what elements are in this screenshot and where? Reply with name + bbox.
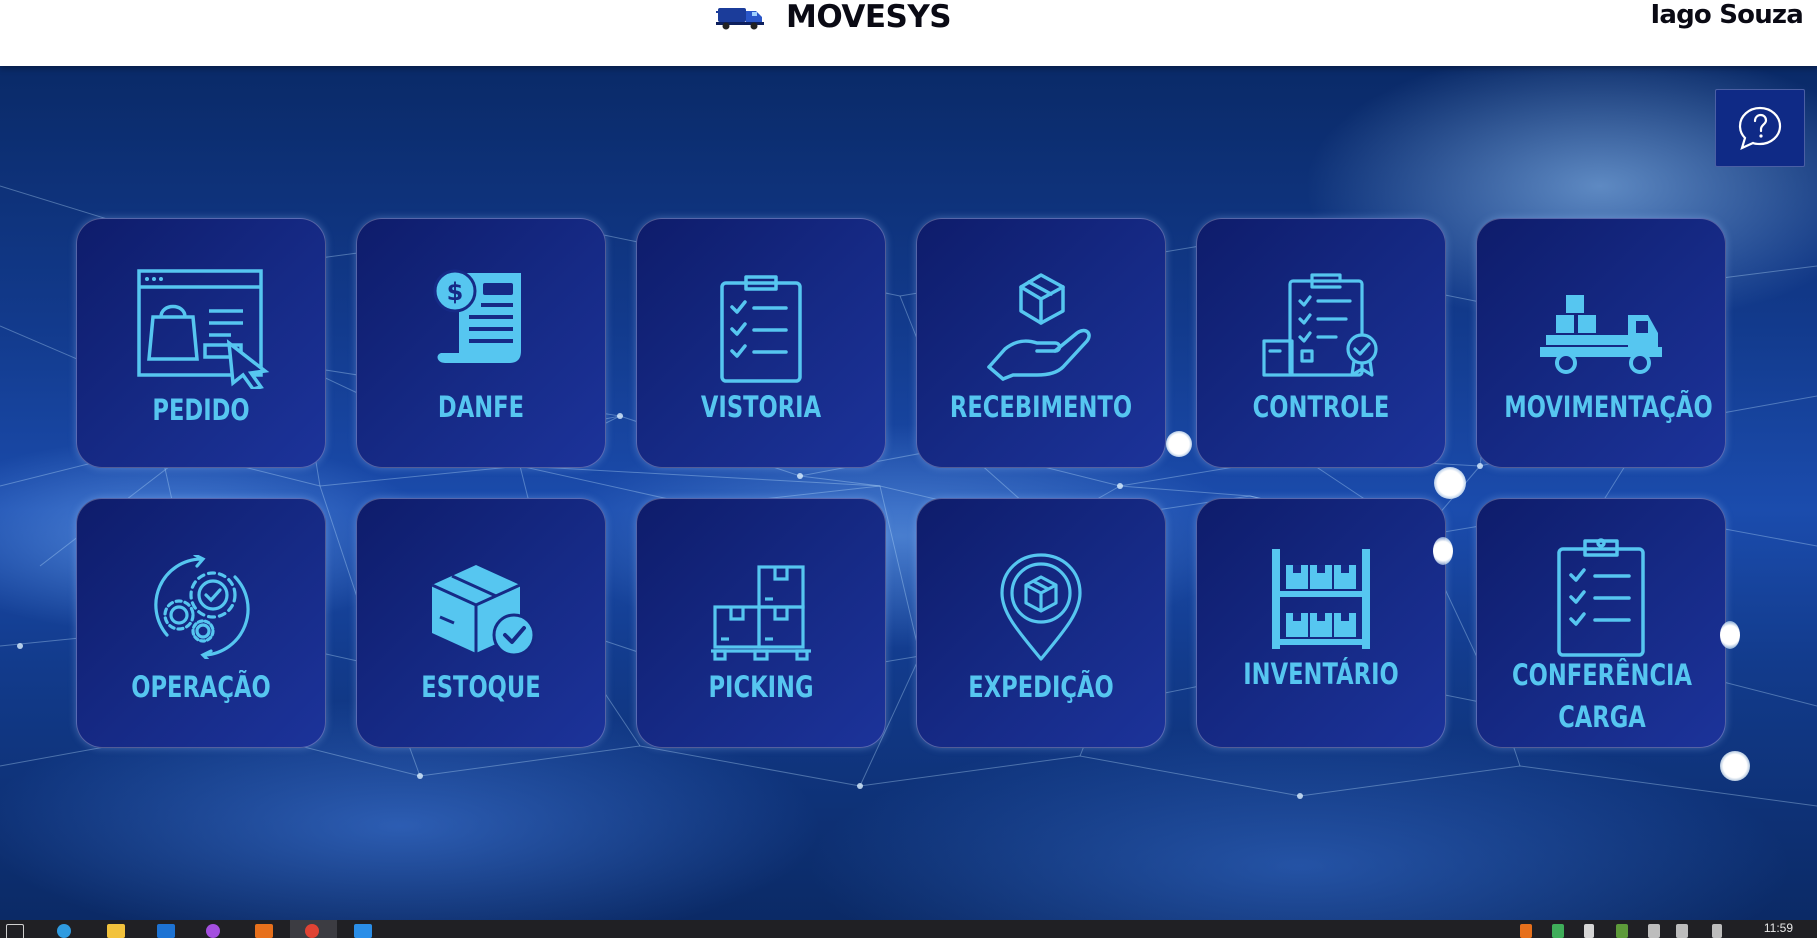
volume-icon[interactable] [1676,924,1688,938]
invoice-receipt-icon: $ [433,269,521,363]
module-tile-conferencia-carga[interactable]: CONFERÊNCIA CARGA [1476,498,1726,748]
module-tile-expedicao[interactable]: EXPEDIÇÃO [916,498,1166,748]
location-pin-box-icon [1000,553,1082,661]
brand[interactable]: MOVESYS [716,0,952,35]
module-tile-vistoria[interactable]: VISTORIA [636,218,886,468]
svg-text:$: $ [447,278,464,306]
module-label: CONTROLE [1252,390,1390,424]
help-chat-icon [1738,106,1782,151]
module-label: PEDIDO [152,393,250,427]
module-tile-pedido[interactable]: PEDIDO [76,218,326,468]
file-explorer-icon[interactable] [107,924,125,938]
delivery-truck-icon [1540,295,1662,374]
vscode-icon[interactable] [354,924,372,938]
clipboard-checklist-icon [1557,538,1645,657]
online-order-icon [137,269,270,389]
module-label: RECEBIMENTO [949,390,1133,424]
tray-icon[interactable] [1520,924,1532,938]
truck-icon [716,8,764,30]
chrome-icon[interactable] [305,924,319,938]
edge-icon[interactable] [57,924,71,938]
help-button[interactable] [1715,89,1805,167]
module-tile-inventario[interactable]: INVENTÁRIO [1196,498,1446,748]
network-icon[interactable] [1648,924,1660,938]
app-icon[interactable] [206,924,220,938]
glow-dot [1166,431,1192,457]
module-label: DANFE [437,390,525,424]
glow-dot [1434,467,1466,499]
pen-icon[interactable] [1712,924,1722,938]
top-header: MOVESYS Iago Souza [0,0,1817,66]
warehouse-shelf-icon [1272,549,1370,649]
app-icon[interactable] [255,924,273,938]
gears-cycle-icon [154,555,250,659]
module-label: PICKING [708,670,814,704]
taskbar-clock[interactable]: 11:59 [1764,921,1793,935]
module-tile-estoque[interactable]: ESTOQUE [356,498,606,748]
quality-control-clipboard-icon [1262,273,1378,377]
module-label: CONFERÊNCIA CARGA [1511,658,1692,734]
hand-receiving-box-icon [987,273,1091,381]
checklist-clipboard-icon [720,275,802,383]
os-taskbar: 11:59 [0,920,1817,938]
user-name[interactable]: Iago Souza [1650,0,1803,30]
glow-dot [1433,537,1453,565]
module-tile-recebimento[interactable]: RECEBIMENTO [916,218,1166,468]
module-label: OPERAÇÃO [131,670,271,704]
tray-icon[interactable] [1584,924,1594,938]
glow-dot [1720,621,1740,649]
module-tile-picking[interactable]: PICKING [636,498,886,748]
module-label: VISTORIA [700,390,822,424]
module-label: MOVIMENTAÇÃO [1504,390,1713,424]
module-label: EXPEDIÇÃO [968,670,1114,704]
module-tile-danfe[interactable]: $ DANFE [356,218,606,468]
box-check-icon [431,565,536,657]
module-label: ESTOQUE [421,670,541,704]
module-tile-movimentacao[interactable]: MOVIMENTAÇÃO [1476,218,1726,468]
tray-icon[interactable] [1616,924,1628,938]
mail-icon[interactable] [157,924,175,938]
tray-icon[interactable] [1552,924,1564,938]
module-label: INVENTÁRIO [1243,657,1399,691]
app-root: MOVESYS Iago Souza PEDIDO $ DANFE VISTOR… [0,0,1817,938]
boxes-pallet-icon [711,565,811,661]
task-view-icon[interactable] [6,924,24,938]
app-title: MOVESYS [786,0,952,35]
modules-grid: PEDIDO $ DANFE VISTORIA RECEBIMENTO CONT… [0,0,1817,938]
glow-dot [1720,751,1750,781]
module-tile-controle[interactable]: CONTROLE [1196,218,1446,468]
module-tile-operacao[interactable]: OPERAÇÃO [76,498,326,748]
